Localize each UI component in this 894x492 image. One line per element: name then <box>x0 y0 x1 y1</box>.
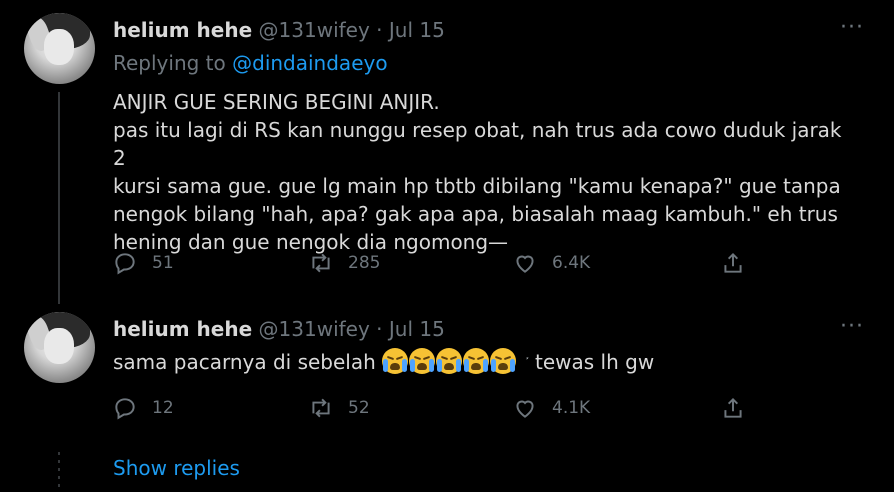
emoji-tear <box>402 359 408 372</box>
heart-icon <box>516 400 534 418</box>
handle-and-date[interactable]: @131wifey · Jul 15 <box>259 317 445 341</box>
tweet-actions: 12 52 4.1K <box>112 395 762 425</box>
emoji-tear <box>510 359 516 372</box>
emoji-tear <box>491 359 497 372</box>
more-options-icon[interactable]: ··· <box>840 15 864 40</box>
retweet-count: 52 <box>348 398 370 418</box>
loudly-crying-face-icon <box>463 348 490 374</box>
emoji-row <box>382 348 517 374</box>
share-button[interactable] <box>720 250 746 276</box>
emoji-mouth <box>444 363 455 370</box>
emoji-mouth <box>471 363 482 370</box>
avatar[interactable] <box>24 13 95 84</box>
emoji-tear <box>464 359 470 372</box>
tweet-text: sama pacarnya di sebelah ؘ ؙ tewas lh gw <box>113 348 853 379</box>
display-name[interactable]: helium hehe <box>113 18 252 42</box>
reply-icon <box>115 398 135 420</box>
show-replies-link[interactable]: Show replies <box>113 456 240 480</box>
reply-button[interactable]: 12 <box>112 395 174 421</box>
emoji-tear <box>437 359 443 372</box>
heart-icon <box>516 255 534 273</box>
tweet-text: ANJIR GUE SERING BEGINI ANJIR. pas itu l… <box>113 88 853 256</box>
tweet-text-start: sama pacarnya di sebelah <box>113 350 383 374</box>
display-name[interactable]: helium hehe <box>113 317 252 341</box>
retweet-button[interactable]: 52 <box>308 395 370 421</box>
emoji-tear <box>429 359 435 372</box>
share-button[interactable] <box>720 395 746 421</box>
emoji-mouth <box>498 363 509 370</box>
reply-count: 51 <box>152 253 174 273</box>
retweet-button[interactable]: 285 <box>308 250 380 276</box>
retweet-count: 285 <box>348 253 381 273</box>
emoji-mouth <box>417 363 428 370</box>
tweet-header: helium hehe @131wifey · Jul 15 <box>113 18 445 42</box>
retweet-icon <box>312 398 330 418</box>
like-button[interactable]: 6.4K <box>512 250 590 276</box>
handle-and-date[interactable]: @131wifey · Jul 15 <box>259 18 445 42</box>
loudly-crying-face-icon <box>490 348 517 374</box>
loudly-crying-face-icon <box>409 348 436 374</box>
tweet-text-line: pas itu lagi di RS kan nunggu resep obat… <box>113 118 842 170</box>
more-options-icon[interactable]: ··· <box>840 314 864 339</box>
tweet-text-end: tewas lh gw <box>528 350 655 374</box>
share-icon <box>724 252 742 273</box>
like-count: 6.4K <box>552 253 591 273</box>
replying-to: Replying to @dindaindaeyo <box>113 51 388 75</box>
reply-button[interactable]: 51 <box>112 250 174 276</box>
like-button[interactable]: 4.1K <box>512 395 590 421</box>
tweet-text-line: kursi sama gue. gue lg main hp tbtb dibi… <box>113 174 841 198</box>
avatar-face <box>44 29 74 65</box>
thread-line <box>58 92 60 304</box>
reply-count: 12 <box>152 398 174 418</box>
emoji-tear <box>456 359 462 372</box>
tweet-text-line: nengok bilang "hah, apa? gak apa apa, bi… <box>113 202 838 226</box>
emoji-mouth <box>390 363 401 370</box>
emoji-tear <box>383 359 389 372</box>
loudly-crying-face-icon <box>382 348 409 374</box>
retweet-icon <box>312 253 330 273</box>
replying-prefix: Replying to <box>113 51 233 75</box>
share-icon <box>724 397 742 418</box>
thread-dots <box>58 452 60 492</box>
tweet-text-line: ANJIR GUE SERING BEGINI ANJIR. <box>113 90 440 114</box>
reply-icon <box>115 253 135 275</box>
tweet-header: helium hehe @131wifey · Jul 15 <box>113 317 445 341</box>
emoji-tear <box>483 359 489 372</box>
emoji-tear <box>410 359 416 372</box>
replying-handle-link[interactable]: @dindaindaeyo <box>232 51 387 75</box>
loudly-crying-face-icon <box>436 348 463 374</box>
tweet-actions: 51 285 6.4K <box>112 250 762 280</box>
avatar-face <box>44 328 74 364</box>
like-count: 4.1K <box>552 398 591 418</box>
avatar[interactable] <box>24 312 95 383</box>
